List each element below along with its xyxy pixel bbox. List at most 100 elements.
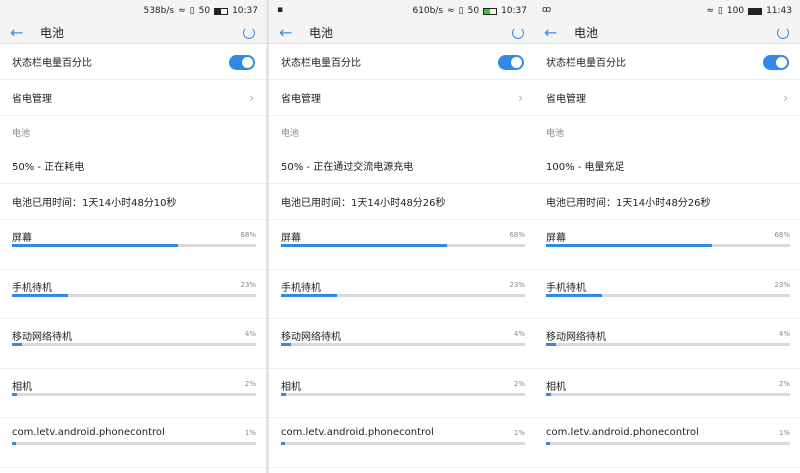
usage-item[interactable]: 移动网络待机 4% — [534, 319, 800, 369]
usage-percent: 4% — [244, 330, 256, 338]
usage-item[interactable]: 移动网络待机 4% — [0, 319, 266, 369]
usage-item[interactable]: com.letv.android.phonecontrol 1% — [0, 418, 266, 468]
page-title: 电池 — [40, 26, 65, 40]
section-header: 电池 — [281, 128, 300, 139]
page-title: 电池 — [574, 26, 599, 40]
usage-name: 屏幕 — [281, 233, 301, 244]
battery-percent-toggle[interactable] — [498, 55, 524, 70]
usage-name: 移动网络待机 — [546, 332, 606, 343]
refresh-icon[interactable] — [243, 27, 255, 39]
battery-percent-toggle-row: 状态栏电量百分比 — [0, 44, 266, 80]
battery-percent: 50 — [198, 6, 211, 16]
usage-bar-fill — [546, 442, 550, 445]
network-speed: 538b/s — [143, 6, 175, 16]
section-header: 电池 — [12, 128, 31, 139]
battery-state: 50% - 正在耗电 — [0, 148, 266, 184]
usage-bar-fill — [12, 343, 22, 346]
chevron-right-icon: › — [783, 90, 788, 105]
usage-name: com.letv.android.phonecontrol — [546, 427, 699, 438]
usage-bar — [281, 442, 525, 445]
usage-percent: 2% — [244, 379, 256, 388]
power-management-label: 省电管理 — [546, 94, 586, 105]
usage-item[interactable]: 移动网络待机 4% — [269, 319, 535, 369]
usage-bar — [12, 442, 256, 445]
refresh-icon[interactable] — [777, 27, 789, 39]
usage-bar — [12, 392, 256, 396]
usage-percent: 1% — [513, 429, 525, 437]
usage-percent: 4% — [778, 330, 790, 338]
usage-item[interactable]: 屏幕 68% — [534, 220, 800, 270]
battery-percent-toggle[interactable] — [229, 55, 255, 70]
page-title: 电池 — [309, 26, 334, 40]
battery-state-text: 50% - 正在通过交流电源充电 — [281, 162, 414, 173]
usage-bar — [546, 293, 790, 297]
usage-bar-fill — [281, 392, 286, 396]
power-management-label: 省电管理 — [12, 94, 52, 105]
network-speed: 610b/s — [412, 6, 444, 16]
power-management-label: 省电管理 — [281, 94, 321, 105]
app-header: ← 电池 — [534, 22, 800, 44]
back-arrow-icon[interactable]: ← — [544, 23, 574, 42]
clock: 10:37 — [232, 6, 258, 16]
usage-percent: 68% — [240, 231, 256, 239]
sim-icon: ▯ — [458, 6, 464, 16]
battery-state-text: 100% - 电量充足 — [546, 162, 625, 173]
battery-percent: 50 — [467, 6, 480, 16]
usage-bar-fill — [546, 343, 556, 346]
back-arrow-icon[interactable]: ← — [10, 23, 40, 42]
usage-bar — [546, 244, 790, 247]
battery-icon — [483, 7, 498, 15]
usage-item[interactable]: 相机 2% — [0, 369, 266, 418]
usage-item[interactable]: com.letv.android.phonecontrol 1% — [534, 418, 800, 468]
battery-state: 100% - 电量充足 — [534, 148, 800, 184]
usage-item[interactable]: com.letv.android.phonecontrol 1% — [269, 418, 535, 468]
power-management-item[interactable]: 省电管理 › — [269, 80, 535, 116]
usage-percent: 1% — [778, 429, 790, 437]
usage-bar — [12, 293, 256, 297]
power-management-item[interactable]: 省电管理 › — [534, 80, 800, 116]
battery-screen-1: 538b/s ≈ ▯ 50 10:37 ← 电池 状态栏电量百分比 省电管理 ›… — [0, 0, 266, 473]
section-header: 电池 — [546, 128, 565, 139]
usage-bar-fill — [12, 442, 16, 445]
usage-item[interactable]: 屏幕 68% — [269, 220, 535, 270]
usage-item[interactable]: 手机待机 23% — [0, 270, 266, 319]
clock: 10:37 — [501, 6, 527, 16]
usage-bar — [12, 244, 256, 247]
usage-percent: 1% — [244, 429, 256, 437]
battery-percent-toggle[interactable] — [763, 55, 789, 70]
battery-percent-toggle-row: 状态栏电量百分比 — [534, 44, 800, 80]
usage-bar-fill — [12, 392, 17, 396]
battery-state: 50% - 正在通过交流电源充电 — [269, 148, 535, 184]
power-management-item[interactable]: 省电管理 › — [0, 80, 266, 116]
usage-bar-fill — [281, 343, 291, 346]
usage-percent: 68% — [774, 231, 790, 239]
refresh-icon[interactable] — [512, 27, 524, 39]
battery-uptime-text: 电池已用时间：1天14小时48分26秒 — [546, 198, 711, 209]
sim-icon: ▯ — [717, 6, 723, 16]
usage-item[interactable]: 相机 2% — [534, 369, 800, 418]
usage-name: 屏幕 — [546, 233, 566, 244]
usage-item[interactable]: 手机待机 23% — [534, 270, 800, 319]
battery-state-text: 50% - 正在耗电 — [12, 162, 85, 173]
wifi-icon: ≈ — [706, 6, 714, 16]
battery-screen-3: ꝏ ≈ ▯ 100 11:43 ← 电池 状态栏电量百分比 省电管理 › 电池 … — [534, 0, 800, 473]
usage-item[interactable]: 手机待机 23% — [269, 270, 535, 319]
battery-percent: 100 — [726, 6, 745, 16]
wifi-icon: ≈ — [447, 6, 455, 16]
usage-name: 手机待机 — [546, 282, 586, 294]
usage-item[interactable]: 相机 2% — [269, 369, 535, 418]
usage-name: com.letv.android.phonecontrol — [281, 427, 434, 438]
usage-percent: 4% — [513, 330, 525, 338]
app-header: ← 电池 — [0, 22, 266, 44]
usage-name: 手机待机 — [12, 282, 52, 294]
usage-bar — [546, 392, 790, 396]
battery-uptime: 电池已用时间：1天14小时48分26秒 — [269, 184, 535, 220]
usage-name: 屏幕 — [12, 233, 32, 244]
usage-item[interactable]: 屏幕 68% — [0, 220, 266, 270]
status-bar: ▪ 610b/s ≈ ▯ 50 10:37 — [269, 0, 535, 22]
back-arrow-icon[interactable]: ← — [279, 23, 309, 42]
usage-percent: 68% — [509, 231, 525, 239]
notification-icon: ꝏ — [542, 5, 552, 15]
battery-icon — [748, 7, 763, 15]
usage-name: 相机 — [546, 381, 566, 393]
